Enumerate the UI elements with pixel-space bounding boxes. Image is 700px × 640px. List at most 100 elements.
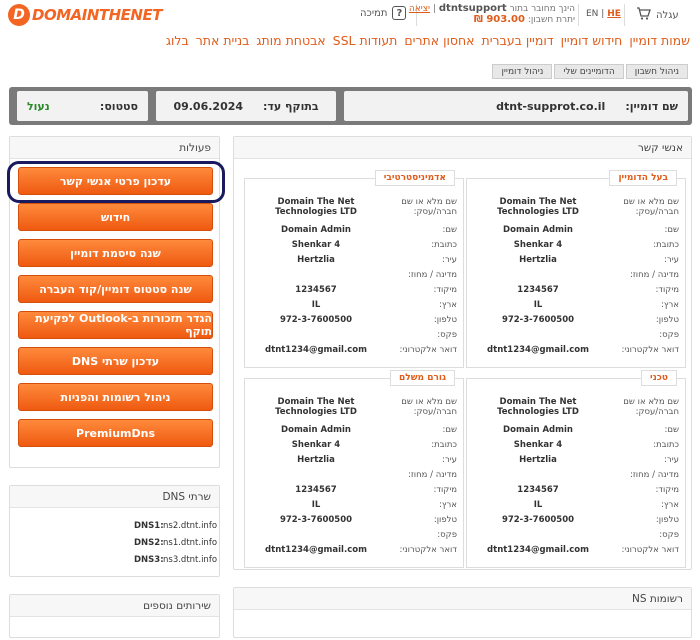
contact-field-value bbox=[249, 330, 383, 341]
contact-field-value: Domain The Net Technologies LTD bbox=[275, 397, 357, 417]
nav-domain-names[interactable]: שמות דומיין bbox=[629, 33, 690, 48]
contact-field-row: מדינה / מחוז: bbox=[471, 470, 679, 481]
cart-link[interactable]: עגלה bbox=[636, 7, 679, 23]
balance-label: יתרת חשבון: bbox=[527, 15, 575, 25]
contact-field-label: שם מלא או שם חברה/עסק: bbox=[623, 197, 679, 217]
contact-field-row: טלפון: 972-3-7600500 bbox=[471, 515, 679, 526]
contact-field-row: כתובת: Shenkar 4 bbox=[249, 240, 457, 251]
manage-records-button[interactable]: ניהול רשומות והפניות bbox=[18, 383, 213, 411]
contact-field-label: טלפון: bbox=[655, 515, 679, 525]
contact-field-label: שם: bbox=[442, 225, 457, 235]
contact-field-row: טלפון: 972-3-7600500 bbox=[249, 515, 457, 526]
contact-field-row: מדינה / מחוז: bbox=[249, 470, 457, 481]
contact-field-row: מיקוד: 1234567 bbox=[471, 485, 679, 496]
contact-field-row: שם מלא או שם חברה/עסק: Domain The Net Tec… bbox=[249, 397, 457, 421]
nav-ssl[interactable]: תעודות SSL bbox=[333, 33, 398, 48]
domain-info-bar: שם דומיין: dtnt-supprot.co.il בתוקף עד: … bbox=[9, 87, 692, 125]
contact-field-row: פקס: bbox=[471, 530, 679, 541]
top-bar: D DOMAINTHENET תמיכה ? הינך מחובר בתור d… bbox=[0, 0, 700, 32]
contact-field-label: פקס: bbox=[659, 530, 679, 540]
contact-field-value: dtnt1234@gmail.com bbox=[265, 545, 367, 555]
dns-key: DNS1: bbox=[134, 521, 164, 531]
contact-field-value: 1234567 bbox=[295, 285, 337, 295]
extra-services-panel: שירותים נוספים bbox=[9, 594, 220, 638]
dns-value: ns3.dtnt.info bbox=[163, 555, 218, 565]
contact-field-label: מדינה / מחוז: bbox=[630, 270, 679, 280]
contact-field-label: שם מלא או שם חברה/עסק: bbox=[401, 197, 457, 217]
nav-blog[interactable]: בלוג bbox=[166, 33, 189, 48]
contact-field-row: ארץ: IL bbox=[471, 500, 679, 511]
contact-field-value: Hertzlia bbox=[519, 455, 557, 465]
change-password-button[interactable]: שנה סיסמת דומיין bbox=[18, 239, 213, 267]
dns-key: DNS2: bbox=[134, 538, 164, 548]
contact-field-value: 1234567 bbox=[517, 485, 559, 495]
contact-field-value bbox=[249, 270, 383, 281]
contact-field-label: מדינה / מחוז: bbox=[408, 270, 457, 280]
contact-field-value: Domain Admin bbox=[503, 425, 573, 435]
contact-field-value: Domain The Net Technologies LTD bbox=[497, 197, 579, 217]
contact-field-row: שם: Domain Admin bbox=[471, 225, 679, 236]
contact-field-value: Shenkar 4 bbox=[513, 440, 563, 450]
contact-field-label: מדינה / מחוז: bbox=[630, 470, 679, 480]
contact-field-value bbox=[471, 470, 605, 481]
ns-records-panel: רשומות NS bbox=[233, 587, 692, 638]
dns-key: DNS3: bbox=[134, 555, 164, 565]
cart-icon bbox=[636, 7, 651, 23]
contact-field-row: מיקוד: 1234567 bbox=[249, 285, 457, 296]
breadcrumb-my-domains[interactable]: הדומיינים שלי bbox=[554, 64, 624, 79]
account-username: dtntsupport bbox=[438, 3, 507, 14]
contact-fields: שם מלא או שם חברה/עסק: Domain The Net Tec… bbox=[249, 197, 457, 360]
contact-field-label: כתובת: bbox=[653, 440, 679, 450]
contact-field-label: ארץ: bbox=[661, 300, 679, 310]
contact-field-row: עיר: Hertzlia bbox=[249, 255, 457, 266]
tech-contact-card: טכני שם מלא או שם חברה/עסק: Domain The Net… bbox=[466, 370, 686, 568]
renew-button[interactable]: חידוש bbox=[18, 203, 213, 231]
status-box: סטטוס: נעול bbox=[17, 91, 148, 121]
nav-site-builder[interactable]: בניית אתר bbox=[196, 33, 250, 48]
contact-fields: שם מלא או שם חברה/עסק: Domain The Net Tec… bbox=[471, 397, 679, 560]
contact-field-row: ארץ: IL bbox=[249, 300, 457, 311]
dns-row: DNS2: ns1.dtnt.info bbox=[134, 538, 217, 548]
help-link[interactable]: תמיכה ? bbox=[360, 6, 407, 20]
contact-field-value: Hertzlia bbox=[297, 455, 335, 465]
expiry-value: 09.06.2024 bbox=[173, 99, 244, 113]
language-switcher: EN | HE bbox=[586, 9, 621, 19]
lang-separator: | bbox=[601, 9, 605, 19]
contact-fields: שם מלא או שם חברה/עסק: Domain The Net Tec… bbox=[249, 397, 457, 560]
outlook-reminder-button[interactable]: הגדר תזכורות ב-Outlook לפקיעת תוקף bbox=[18, 311, 213, 339]
nav-brand-protection[interactable]: אבטחת מותג bbox=[256, 33, 325, 48]
lang-en[interactable]: EN bbox=[586, 9, 598, 19]
domain-name-value: dtnt-supprot.co.il bbox=[496, 99, 606, 113]
nav-hebrew-domain[interactable]: דומיין בעברית bbox=[482, 33, 554, 48]
contact-field-value: 972-3-7600500 bbox=[279, 315, 353, 325]
contact-field-label: שם: bbox=[664, 425, 679, 435]
contact-field-value: Domain Admin bbox=[503, 225, 573, 235]
contact-field-label: מיקוד: bbox=[433, 285, 457, 295]
contact-field-row: דואר אלקטרוני: dtnt1234@gmail.com bbox=[471, 345, 679, 356]
lang-he[interactable]: HE bbox=[607, 9, 621, 19]
breadcrumb-domain-manage[interactable]: ניהול דומיין bbox=[492, 64, 553, 79]
cart-label: עגלה bbox=[656, 9, 679, 21]
contact-field-label: עיר: bbox=[442, 255, 457, 265]
nav-hosting[interactable]: אחסון אתרים bbox=[404, 33, 474, 48]
dns-value: ns2.dtnt.info bbox=[163, 521, 218, 531]
contact-field-label: ארץ: bbox=[661, 500, 679, 510]
contact-card-title: בעל הדומיין bbox=[609, 170, 677, 186]
dns-panel: שרתי DNS DNS1: ns2.dtnt.info DNS2: ns1.dtn… bbox=[9, 485, 220, 577]
breadcrumb-account[interactable]: ניהול חשבון bbox=[625, 64, 688, 79]
logout-link[interactable]: יציאה bbox=[409, 4, 430, 14]
contact-field-value: Hertzlia bbox=[297, 255, 335, 265]
nav-domain-renewal[interactable]: חידוש דומיין bbox=[561, 33, 623, 48]
premium-dns-button[interactable]: PremiumDns bbox=[18, 419, 213, 447]
contact-field-value: dtnt1234@gmail.com bbox=[487, 545, 589, 555]
logged-as-label: הינך מחובר בתור bbox=[509, 4, 575, 14]
contact-field-value bbox=[471, 330, 605, 341]
logo-mark-icon: D bbox=[8, 4, 30, 26]
extra-services-title: שירותים נוספים bbox=[10, 595, 219, 617]
update-dns-button[interactable]: עדכון שרתי DNS bbox=[18, 347, 213, 375]
contact-field-label: פקס: bbox=[437, 330, 457, 340]
contact-field-label: עיר: bbox=[442, 455, 457, 465]
site-logo[interactable]: D DOMAINTHENET bbox=[8, 4, 162, 26]
change-status-button[interactable]: שנה סטטוס דומיין/קוד העברה bbox=[18, 275, 213, 303]
contact-field-value: IL bbox=[311, 500, 321, 510]
